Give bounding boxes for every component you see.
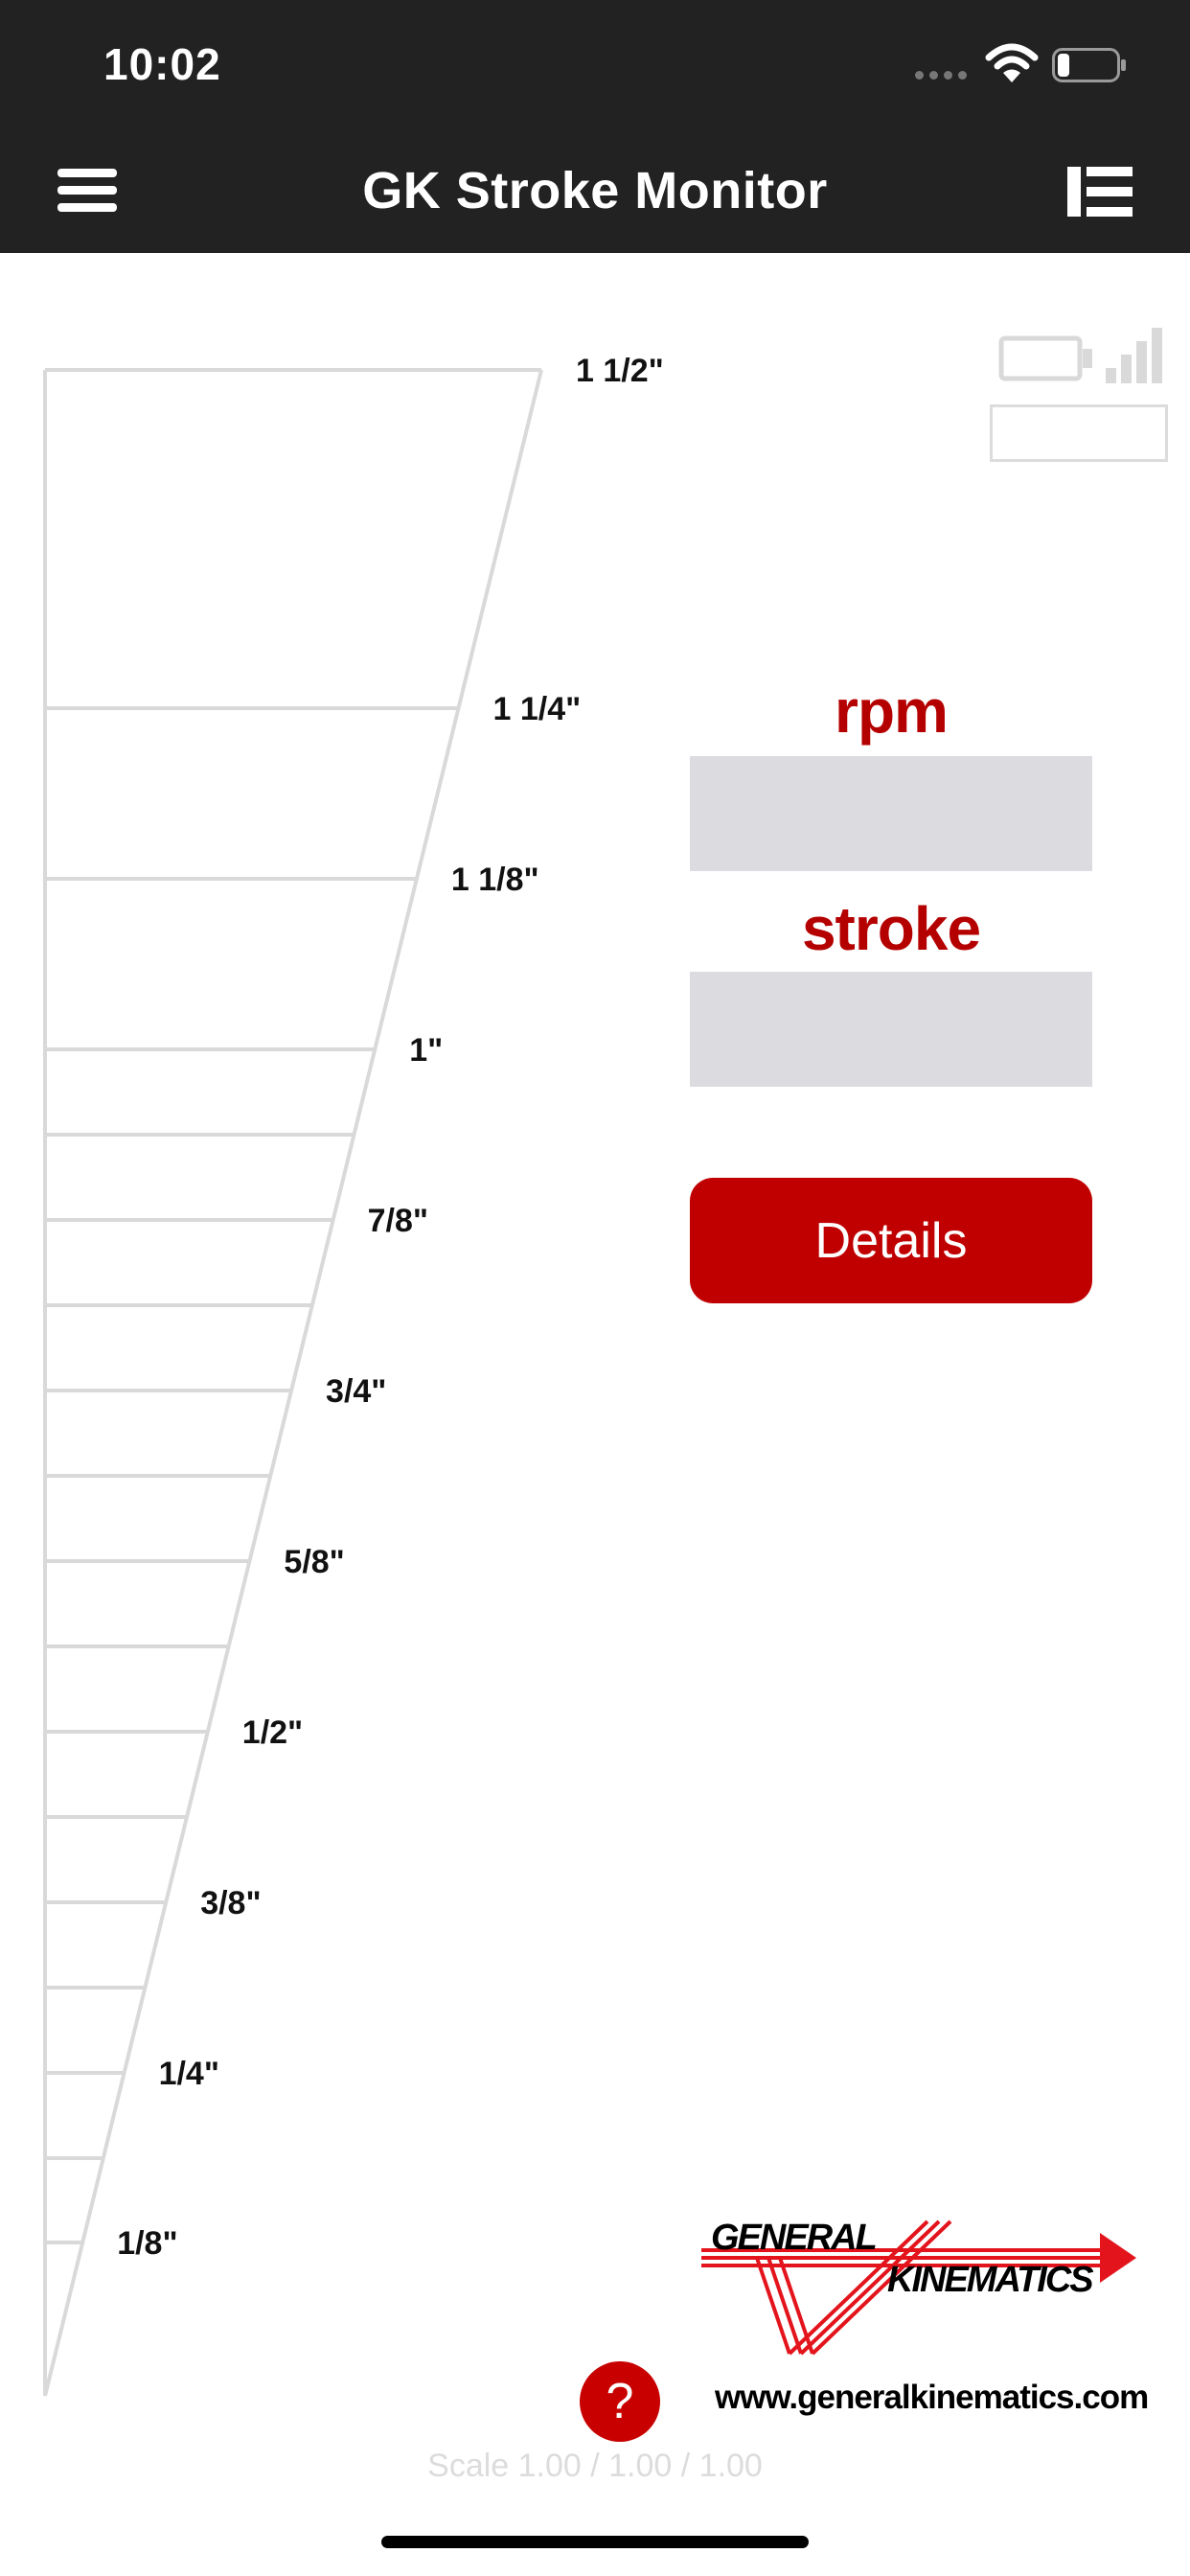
wifi-icon xyxy=(985,43,1039,82)
logo-text-general: GENERAL xyxy=(711,2218,878,2258)
status-bar: 10:02 xyxy=(0,0,1190,134)
gauge-slope-edge xyxy=(43,369,543,2397)
gauge-label: 3/8" xyxy=(200,1885,261,1921)
gauge-label: 1/8" xyxy=(117,2225,177,2262)
stroke-gauge: 1 1/2" 1 1/4" 1 1/8" 1" 7/8" 3/4" 5/8" 1/2" 3/8"… xyxy=(43,353,664,2397)
gauge-label: 1 1/8" xyxy=(451,862,539,898)
device-battery-icon xyxy=(998,335,1092,381)
signal-bar xyxy=(1136,341,1147,383)
gauge-label: 3/4" xyxy=(326,1373,386,1410)
rpm-value xyxy=(690,756,1092,871)
gauge-label: 1 1/2" xyxy=(576,353,664,389)
page-title: GK Stroke Monitor xyxy=(362,162,828,219)
home-indicator[interactable] xyxy=(381,2536,809,2548)
signal-strength-icon xyxy=(1106,328,1162,383)
device-status-box xyxy=(990,404,1168,462)
general-kinematics-logo: GENERAL KINEMATICS xyxy=(698,2214,1138,2358)
status-time: 10:02 xyxy=(103,39,221,89)
nav-bar: GK Stroke Monitor xyxy=(0,134,1190,253)
gauge-label: 1 1/4" xyxy=(493,691,582,727)
stroke-value xyxy=(690,972,1092,1087)
scale-readout: Scale 1.00 / 1.00 / 1.00 xyxy=(427,2448,763,2484)
gauge-label: 1" xyxy=(409,1032,443,1069)
signal-bar xyxy=(1152,328,1162,383)
gauge-label: 7/8" xyxy=(368,1203,428,1239)
battery-icon xyxy=(1052,48,1126,82)
gauge-label: 5/8" xyxy=(284,1544,344,1580)
website-link[interactable]: www.generalkinematics.com xyxy=(715,2379,1149,2417)
stroke-label: stroke xyxy=(801,894,981,963)
device-status xyxy=(987,326,1179,470)
signal-bar xyxy=(1121,355,1132,383)
list-icon[interactable] xyxy=(1065,163,1134,220)
help-button[interactable]: ? xyxy=(580,2361,660,2442)
rpm-label: rpm xyxy=(835,677,949,746)
gauge-label: 1/2" xyxy=(242,1714,303,1751)
logo-text-kinematics: KINEMATICS xyxy=(887,2260,1094,2300)
signal-bar xyxy=(1106,368,1116,383)
details-button[interactable]: Details xyxy=(690,1178,1092,1303)
cellular-dots-icon xyxy=(915,71,967,80)
gauge-label: 1/4" xyxy=(159,2056,219,2092)
